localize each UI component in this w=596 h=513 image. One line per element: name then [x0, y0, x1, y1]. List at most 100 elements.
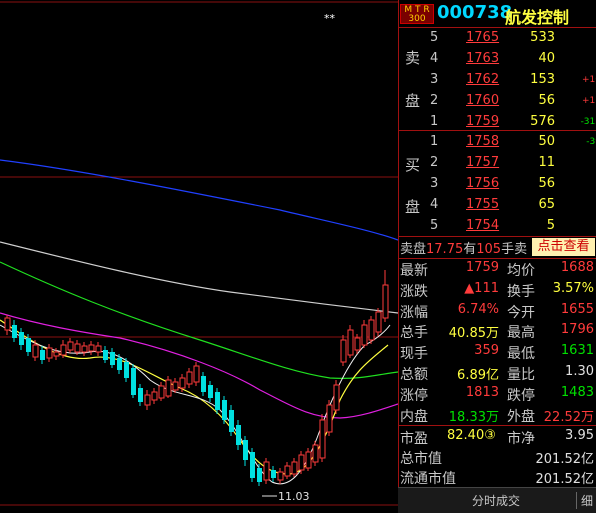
bid-price: 1757	[466, 155, 500, 170]
stock-name[interactable]: 航发控制	[505, 4, 569, 28]
bid-price: 1755	[466, 197, 500, 212]
promo-mid: 有	[463, 242, 477, 257]
chart-marker: **	[324, 12, 336, 25]
bottom-tabbar: 分时成交 细	[398, 487, 596, 513]
bid-volume: 65	[538, 197, 555, 212]
bid-row-2[interactable]: 2 1757 11	[399, 153, 596, 173]
ask-row-4[interactable]: 4 1763 40	[399, 49, 596, 69]
stat-label: 最高	[507, 325, 535, 342]
promo-count: 105	[476, 242, 502, 257]
ask-change: +17	[582, 96, 596, 106]
candle-body	[4, 317, 11, 331]
stat-label: 换手	[507, 283, 535, 300]
float-cap-value: 201.52亿	[535, 472, 595, 487]
bid-level: 4	[430, 197, 439, 212]
ma-line-blue	[0, 159, 398, 241]
stat-value: 22.52万	[543, 409, 594, 425]
candle-body	[67, 341, 74, 351]
candle-body	[186, 371, 193, 385]
tab-ticks[interactable]: 分时成交	[472, 492, 520, 509]
ask-row-2[interactable]: 2 1760 56 +17	[399, 91, 596, 111]
candle-body	[138, 388, 143, 402]
candle-body	[46, 347, 53, 359]
stat-label: 最新	[400, 263, 428, 279]
ask-level: 1	[430, 114, 439, 129]
stat-label: 现手	[400, 346, 428, 363]
mtr-badge[interactable]: M T R 300	[400, 4, 434, 24]
ask-change: +16	[582, 75, 596, 85]
candle-body	[110, 352, 115, 365]
candle-body	[222, 400, 227, 420]
ask-row-3[interactable]: 3 1762 153 +16	[399, 70, 596, 90]
candle-body	[250, 452, 255, 478]
bid-price: 1758	[466, 134, 500, 149]
candle-body	[368, 319, 375, 341]
candle-body	[208, 385, 213, 398]
ma-line-white	[0, 241, 398, 314]
candle-body	[243, 440, 248, 460]
tab-detail[interactable]: 细	[576, 492, 593, 509]
stat-value: 6.89亿	[457, 368, 499, 383]
stat-value: ▲111	[464, 280, 499, 296]
candle-body	[88, 344, 95, 352]
stat-value: 18.33万	[448, 409, 499, 425]
stat-label: 最低	[507, 346, 535, 363]
bid-row-1[interactable]: 1 1758 50 -39	[399, 132, 596, 152]
stat-value: 40.85万	[448, 326, 499, 342]
float-cap-label: 流通市值	[400, 471, 456, 487]
ask-row-1[interactable]: 1 1759 576 -315	[399, 112, 596, 132]
pe-value: 82.40③	[447, 428, 496, 443]
stock-code[interactable]: 000738	[437, 2, 512, 23]
bid-level: 2	[430, 155, 439, 170]
pb-value: 3.95	[565, 428, 594, 443]
candle-body	[103, 350, 108, 360]
ask-price: 1759	[466, 114, 500, 129]
stat-value: 1.30	[565, 364, 594, 379]
divider	[399, 258, 596, 259]
ask-row-5[interactable]: 5 1765 533	[399, 28, 596, 48]
candle-body	[124, 362, 129, 378]
bid-volume: 56	[538, 176, 555, 191]
candle-body	[291, 461, 298, 475]
ask-volume: 576	[530, 114, 555, 129]
pe-label: 市盈	[400, 431, 428, 447]
candle-body	[40, 350, 45, 360]
view-button[interactable]: 点击查看	[532, 238, 595, 256]
divider	[399, 425, 596, 426]
candle-body	[74, 343, 81, 353]
promo-row: 卖盘17.75有105手卖	[400, 238, 527, 257]
candle-body	[382, 284, 389, 319]
candle-body	[81, 345, 88, 353]
bid-row-5[interactable]: 5 1754 5	[399, 216, 596, 236]
candle-body	[144, 394, 151, 406]
bid-volume: 11	[538, 155, 555, 170]
ask-level: 2	[430, 93, 439, 108]
total-cap-value: 201.52亿	[535, 452, 595, 467]
stat-value: 1759	[465, 260, 499, 275]
stat-value: 1631	[560, 343, 594, 359]
candle-body	[165, 379, 172, 397]
candle-body	[326, 404, 333, 433]
stat-value: 1688	[560, 260, 594, 275]
stat-value: 1655	[560, 301, 594, 317]
ask-level: 3	[430, 72, 439, 87]
promo-suffix: 手卖	[501, 242, 528, 257]
candle-body	[236, 425, 241, 445]
stat-value: 1813	[465, 384, 499, 400]
stat-label: 量比	[507, 367, 535, 383]
ask-price: 1765	[466, 30, 500, 45]
ask-volume: 40	[538, 51, 555, 66]
candle-body	[60, 344, 67, 356]
chart-low-label: 11.03	[278, 490, 310, 503]
kline-chart[interactable]: ** 11.03	[0, 0, 398, 512]
ask-price: 1760	[466, 93, 500, 108]
ask-volume: 533	[530, 30, 555, 45]
ask-level: 5	[430, 30, 439, 45]
divider	[399, 130, 596, 131]
bid-row-4[interactable]: 4 1755 65	[399, 195, 596, 215]
bid-level: 1	[430, 134, 439, 149]
candle-body	[312, 444, 319, 463]
candle-body	[32, 344, 39, 358]
candle-body	[298, 454, 305, 471]
bid-row-3[interactable]: 3 1756 56	[399, 174, 596, 194]
